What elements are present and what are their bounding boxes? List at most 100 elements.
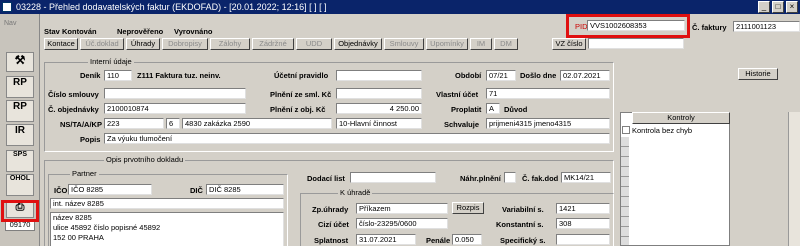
konstantni-label: Konstantní s. (496, 220, 544, 229)
doslo-field[interactable]: 02.07.2021 (560, 70, 610, 81)
rp-icon[interactable]: RP (6, 76, 34, 98)
specificky-field[interactable] (556, 234, 610, 245)
kontroly-row-markers (621, 137, 629, 245)
cizi-label: Cizí účet (318, 220, 349, 229)
splatnost-label: Splatnost (314, 236, 349, 245)
ns-field-4[interactable]: 10-Hlavní činnost (336, 118, 422, 129)
nahr-label: Náhr.plnění (460, 174, 501, 183)
plneni-sml-field[interactable] (336, 88, 422, 99)
vlastni-field[interactable]: 71 (486, 88, 610, 99)
app-icon (2, 2, 12, 12)
variabilni-label: Variabilní s. (502, 205, 544, 214)
historie-button[interactable]: Historie (738, 68, 778, 80)
tab-im[interactable]: IM (470, 38, 492, 50)
proplatit-field[interactable]: A (486, 103, 500, 114)
minimize-button[interactable]: _ (758, 1, 770, 13)
variabilni-field[interactable]: 1421 (556, 203, 610, 214)
ico-label: IČO (54, 186, 68, 195)
zp-label: Zp.úhrady (312, 205, 349, 214)
vlastni-label: Vlastní účet (436, 90, 479, 99)
tab-kontace[interactable]: Kontace (44, 38, 78, 50)
int-nazev-field[interactable]: int. název 8285 (50, 198, 284, 209)
tab-zadrzne[interactable]: Zádržné (252, 38, 294, 50)
kontroly-checkbox[interactable] (622, 126, 630, 134)
highlight-badge (1, 200, 39, 222)
cizi-field[interactable]: číslo-23295/0600 (356, 218, 448, 229)
tab-dobropisy[interactable]: Dobropisy (162, 38, 208, 50)
plneni-obj-label: Plnění z obj. Kč (270, 105, 326, 114)
nav-label: Nav (4, 20, 17, 27)
cfaktury-label: Č. faktury (692, 23, 727, 32)
vz-button[interactable]: VZ číslo (552, 38, 586, 50)
popis-label: Popis (80, 135, 101, 144)
ns-field-3[interactable]: 4830 zakázka 2590 (182, 118, 332, 129)
penale-label: Penále (426, 236, 451, 245)
rozpis-button[interactable]: Rozpis (452, 202, 484, 214)
scrollbar[interactable] (788, 112, 800, 246)
tab-udd[interactable]: UDD (296, 38, 332, 50)
zp-field[interactable]: Příkazem (356, 203, 448, 214)
stav-label: Stav (44, 27, 60, 36)
nahr-field[interactable] (504, 172, 516, 183)
tab-zalohy[interactable]: Zálohy (210, 38, 250, 50)
popis-field[interactable]: Za výuku tlumočení (104, 133, 610, 144)
denik-desc: Z111 Faktura tuz. neinv. (137, 71, 221, 80)
tab-dm[interactable]: DM (494, 38, 518, 50)
schvaluje-label: Schvaluje (444, 120, 480, 129)
tab-smlouvy[interactable]: Smlouvy (384, 38, 424, 50)
dodaci-label: Dodací list (307, 174, 345, 183)
tab-ucdoklad[interactable]: Úč.doklad (80, 38, 124, 50)
ohol-icon[interactable]: OHOL (6, 174, 34, 196)
smlouvy-field[interactable] (104, 88, 246, 99)
ucetni-field[interactable] (336, 70, 422, 81)
cfakdod-field[interactable]: MK14/21 (561, 172, 611, 183)
cfaktury-field[interactable]: 2111001123 (733, 21, 800, 32)
plneni-obj-field[interactable]: 4 250.00 (336, 103, 422, 114)
window-title: 03228 - Přehled dodavatelských faktur (E… (16, 2, 327, 12)
address-field[interactable]: název 8285 ulice 45892 číslo popisné 458… (50, 212, 284, 246)
title-bar: 03228 - Přehled dodavatelských faktur (E… (0, 0, 800, 14)
opis-title: Opis prvotního dokladu (104, 155, 186, 164)
ns-field-2[interactable]: 6 (166, 118, 180, 129)
plneni-sml-label: Plnění ze sml. Kč (270, 90, 332, 99)
smlouvy-label: Číslo smlouvy (48, 90, 99, 99)
pid-field[interactable]: VVS1002608353 (587, 20, 685, 31)
dic-label: DIČ (190, 186, 203, 195)
interni-title: Interní údaje (88, 57, 134, 66)
duvod-field[interactable] (530, 103, 610, 114)
tab-uhrady[interactable]: Úhrady (126, 38, 160, 50)
partner-title: Partner (70, 169, 99, 178)
stav-vyrovnani: Vyrovnáno (174, 27, 213, 36)
ns-field-1[interactable]: 223 (104, 118, 164, 129)
stav-proverka: Neprověřeno (117, 27, 164, 36)
konstantni-field[interactable]: 308 (556, 218, 610, 229)
maximize-button[interactable]: □ (772, 1, 784, 13)
tools-icon[interactable]: ⚒ (6, 52, 34, 72)
close-button[interactable]: × (786, 1, 798, 13)
dodaci-field[interactable] (350, 172, 436, 183)
proplatit-label: Proplatit (451, 105, 482, 114)
cfakdod-label: Č. fak.dod (522, 174, 559, 183)
ir-icon[interactable]: IR (6, 124, 34, 146)
schvaluje-field[interactable]: prijmeni4315 jmeno4315 (486, 118, 610, 129)
tab-objednavky[interactable]: Objednávky (334, 38, 382, 50)
ns-label: NS/TA/A/KP (60, 120, 102, 129)
duvod-label: Důvod (504, 105, 528, 114)
ico-field[interactable]: IČO 8285 (68, 184, 152, 195)
objednavky-label: Č. objednávky (48, 105, 99, 114)
objednavky-field[interactable]: 2100010874 (104, 103, 246, 114)
address-line-1: název 8285 (53, 213, 92, 222)
obdobi-field[interactable]: 07/21 (486, 70, 516, 81)
uhrade-title: K úhradě (338, 188, 373, 197)
denik-field[interactable]: 110 (104, 70, 132, 81)
penale-field[interactable]: 0.050 (452, 234, 482, 245)
splatnost-field[interactable]: 31.07.2021 (356, 234, 416, 245)
rp-flag-icon[interactable]: RP (6, 100, 34, 122)
tab-upominky[interactable]: Upomínky (426, 38, 468, 50)
dic-field[interactable]: DIČ 8285 (206, 184, 284, 195)
sps-icon[interactable]: SPS (6, 150, 34, 172)
doslo-label: Došlo dne (520, 71, 557, 80)
denik-label: Deník (80, 71, 101, 80)
ucetni-label: Účetní pravidlo (274, 71, 329, 80)
vz-field[interactable] (588, 38, 684, 49)
